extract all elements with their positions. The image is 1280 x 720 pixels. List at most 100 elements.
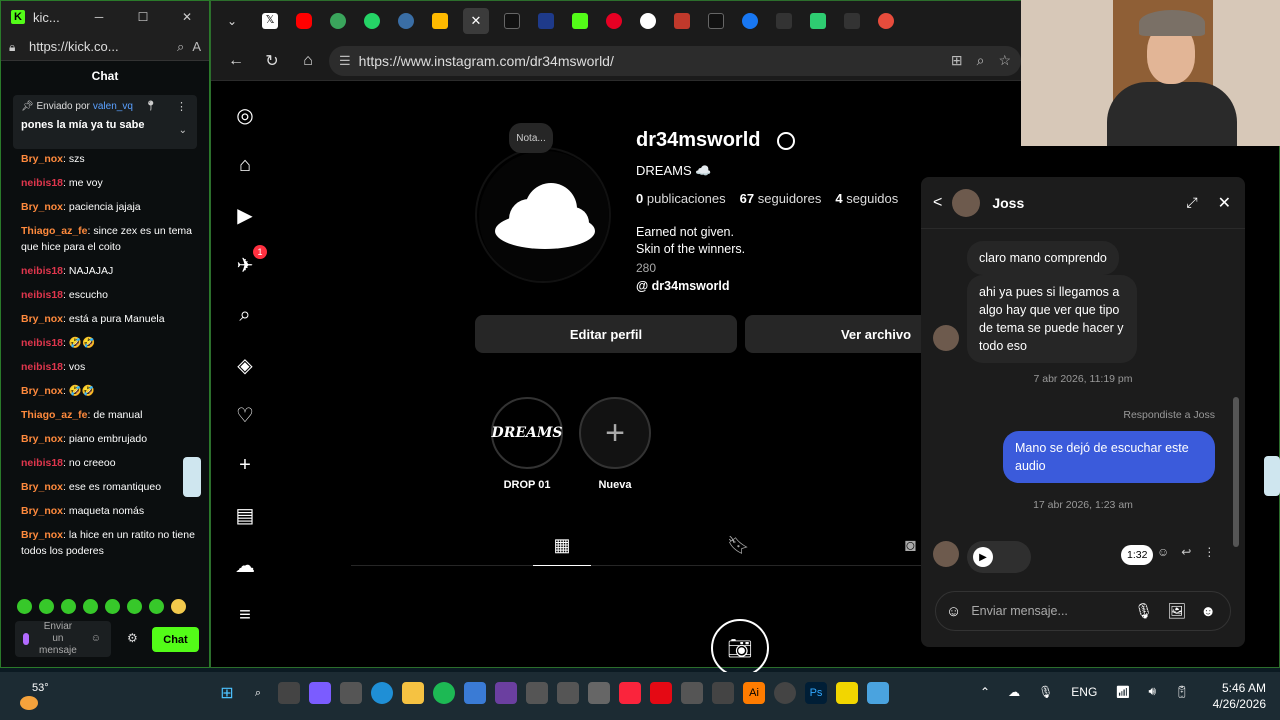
highlight-new[interactable]: + Nueva	[577, 397, 653, 491]
netflix-icon[interactable]	[650, 682, 672, 704]
mail-tab-icon[interactable]	[398, 13, 414, 29]
back-icon[interactable]: ←	[221, 46, 251, 76]
contact-avatar[interactable]	[952, 188, 981, 217]
volume-icon[interactable]: 🔊︎	[1149, 684, 1157, 699]
gear-icon[interactable]: ⚙	[127, 631, 138, 645]
app-icon-4[interactable]	[588, 682, 610, 704]
app-icon-6[interactable]	[867, 682, 889, 704]
chat-username[interactable]: Bry_nox	[21, 153, 63, 165]
followers-stat[interactable]: 67 seguidores	[740, 191, 822, 206]
following-stat[interactable]: 4 seguidos	[835, 191, 898, 206]
search-taskbar-icon[interactable]: ⌕	[247, 682, 269, 704]
chat-username[interactable]: Bry_nox	[21, 529, 63, 541]
cf-tab-icon[interactable]	[538, 13, 554, 29]
app-icon-1[interactable]	[495, 682, 517, 704]
scrollbar-thumb[interactable]	[1233, 397, 1239, 547]
facebook-tab-icon[interactable]	[742, 13, 758, 29]
chatgpt-tab-icon[interactable]	[640, 13, 656, 29]
microphone-icon[interactable]: 🎙︎	[1134, 602, 1153, 620]
game-tab-icon[interactable]	[330, 13, 346, 29]
active-tab-close-icon[interactable]: ✕	[463, 8, 489, 34]
play-tab-icon[interactable]	[810, 13, 826, 29]
emote-icon[interactable]	[39, 599, 54, 614]
app-icon-3[interactable]	[557, 682, 579, 704]
tiktok-tab-icon[interactable]	[504, 13, 520, 29]
profile-avatar[interactable]	[475, 147, 611, 283]
chat-username[interactable]: neibis18	[21, 177, 63, 189]
copilot-icon[interactable]	[309, 682, 331, 704]
drive-tab-icon[interactable]	[432, 13, 448, 29]
file-explorer-icon[interactable]	[402, 682, 424, 704]
security-icon[interactable]	[464, 682, 486, 704]
site-info-icon[interactable]: ☰	[339, 53, 351, 69]
widgets-icon[interactable]	[340, 682, 362, 704]
close-icon[interactable]: ✕	[1218, 193, 1231, 213]
tagged-tab[interactable]: ◙	[905, 535, 916, 556]
read-aloud-icon[interactable]: A	[192, 39, 201, 54]
dashboard-icon[interactable]: ▤	[233, 503, 257, 527]
chat-username[interactable]: Thiago_az_fe	[21, 225, 88, 237]
back-chevron-icon[interactable]: <	[933, 194, 942, 212]
pinned-user[interactable]: valen_vq	[93, 101, 133, 112]
emote-icon[interactable]	[127, 599, 142, 614]
settings-gear-icon[interactable]	[777, 132, 795, 150]
record-tab-icon[interactable]	[878, 13, 894, 29]
mic-tray-icon[interactable]: 🎙︎	[1038, 685, 1053, 699]
photoshop-icon[interactable]: Ps	[805, 682, 827, 704]
app-install-icon[interactable]: ⊞	[951, 52, 963, 69]
image-icon[interactable]: 🖼︎	[1167, 602, 1186, 620]
pinned-message[interactable]: 📌︎ Enviado por valen_vq pones la mía ya …	[13, 95, 197, 149]
menu-icon[interactable]: ≡	[233, 603, 257, 627]
emote-icon[interactable]	[17, 599, 32, 614]
messages-icon[interactable]: ✈ 1	[233, 245, 267, 277]
create-plus-icon[interactable]: +	[233, 453, 257, 477]
search-nav-icon[interactable]: ⌕	[233, 303, 257, 327]
saved-tab[interactable]: 🔖︎	[727, 535, 750, 556]
highlight-drop01[interactable]: DREAMS DROP 01	[489, 397, 565, 491]
reels-icon[interactable]: ▶	[233, 203, 257, 227]
chat-username[interactable]: Bry_nox	[21, 201, 63, 213]
x-tab-icon[interactable]: 𝕏	[262, 13, 278, 29]
emote-icon[interactable]	[105, 599, 120, 614]
start-icon[interactable]: ⊞	[216, 682, 238, 704]
dm-scrollbar[interactable]	[1233, 237, 1239, 567]
chat-username[interactable]: Bry_nox	[21, 385, 63, 397]
chevron-down-icon[interactable]: ⌄	[179, 125, 187, 136]
dm-message-input[interactable]: ☺ Enviar mensaje... 🎙︎ 🖼︎ ☻	[935, 591, 1231, 631]
emote-icon[interactable]	[61, 599, 76, 614]
calculator-icon[interactable]	[681, 682, 703, 704]
clock[interactable]: 5:46 AM 4/26/2026	[1200, 680, 1266, 712]
chat-username[interactable]: neibis18	[21, 361, 63, 373]
favorite-star-icon[interactable]: ☆	[998, 52, 1011, 69]
home-nav-icon[interactable]: ⌂	[233, 153, 257, 177]
chat-username[interactable]: Bry_nox	[21, 313, 63, 325]
edge-icon[interactable]	[371, 682, 393, 704]
reply-icon[interactable]: ↩	[1181, 545, 1191, 559]
spotify-icon[interactable]	[433, 682, 455, 704]
emoji-icon[interactable]: ☺	[946, 603, 961, 620]
weather-widget[interactable]: 53°	[18, 680, 58, 712]
posts-grid-tab[interactable]: ▦	[533, 535, 591, 566]
zoom-icon[interactable]: ⌕	[177, 39, 184, 55]
youtube-tab-icon[interactable]	[296, 13, 312, 29]
battery-icon[interactable]: 🔋︎	[1174, 685, 1189, 699]
emote-icon[interactable]	[149, 599, 164, 614]
task-view-icon[interactable]	[278, 682, 300, 704]
close-window-button[interactable]: ✕	[165, 1, 209, 33]
home-icon[interactable]: ⌂	[293, 46, 323, 76]
sticker-icon[interactable]: ☻	[1200, 603, 1216, 620]
search-tab-icon-2[interactable]	[844, 13, 860, 29]
language-indicator[interactable]: ENG	[1071, 685, 1097, 699]
emote-icon[interactable]	[83, 599, 98, 614]
send-chat-button[interactable]: Chat	[152, 627, 199, 652]
threads-link[interactable]: @ dr34msworld	[636, 279, 729, 293]
chat-username[interactable]: neibis18	[21, 289, 63, 301]
instagram-logo-icon[interactable]: ◎	[233, 103, 257, 127]
notifications-heart-icon[interactable]: ♡	[233, 403, 257, 427]
tiktok-tab-icon-2[interactable]	[708, 13, 724, 29]
side-extension-icon[interactable]	[183, 457, 201, 497]
address-bar[interactable]: ☰ https://www.instagram.com/dr34msworld/…	[329, 45, 1021, 76]
minimize-button[interactable]: ─	[77, 1, 121, 33]
explore-icon[interactable]: ◈	[233, 353, 257, 377]
sticky-icon[interactable]	[836, 682, 858, 704]
